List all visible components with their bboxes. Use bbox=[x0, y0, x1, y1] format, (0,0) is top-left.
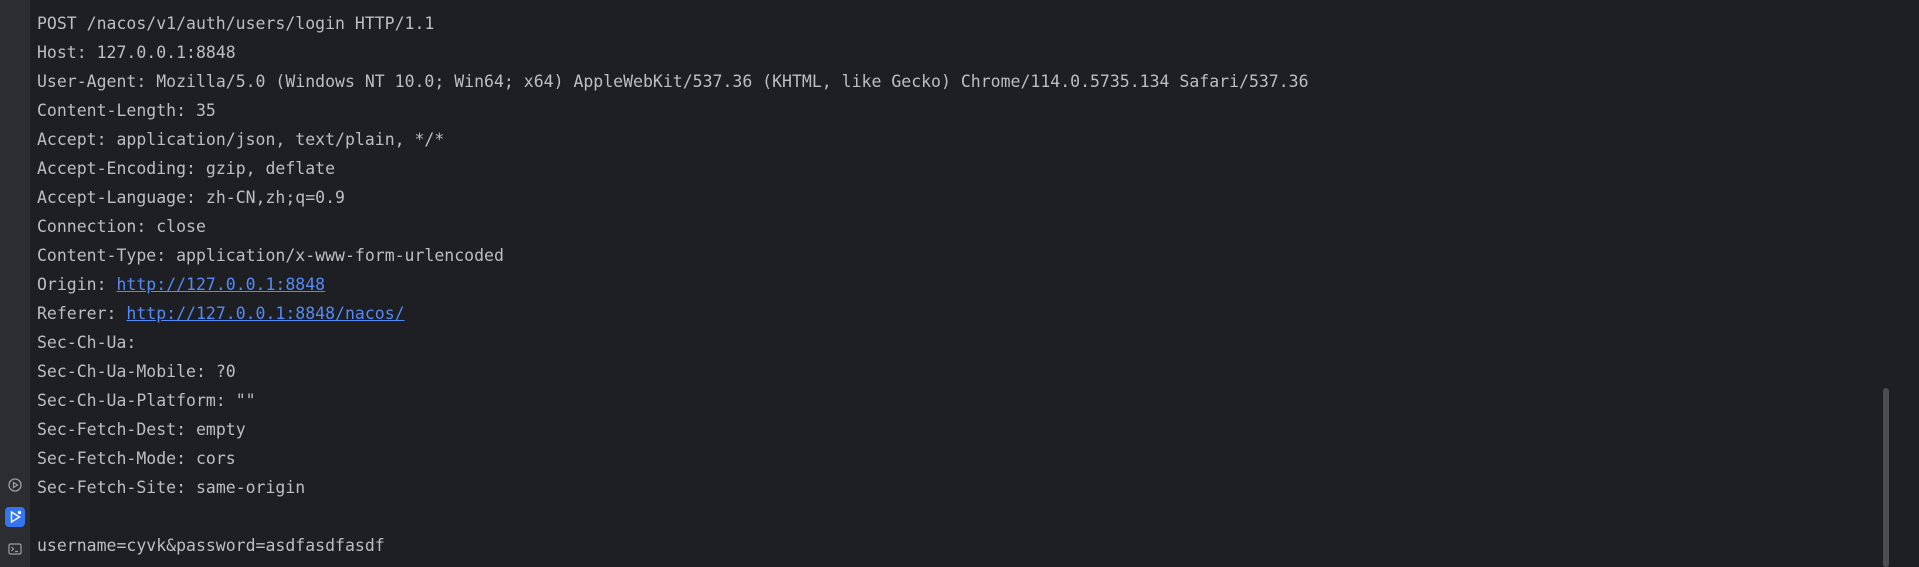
header-value: cors bbox=[195, 449, 236, 468]
header-value: application/x-www-form-urlencoded bbox=[176, 246, 504, 265]
header-name: Sec-Fetch-Site: bbox=[37, 478, 187, 497]
header-name: Accept-Language: bbox=[37, 188, 196, 207]
header-value: 35 bbox=[195, 101, 216, 120]
header-line: Host: 127.0.0.1:8848 bbox=[37, 38, 236, 67]
header-value: application/json, text/plain, */* bbox=[116, 130, 445, 149]
console-window: -- POST /nacos/v1/auth/users/login HTTP/… bbox=[0, 0, 1919, 567]
header-line: Content-Type: application/x-www-form-url… bbox=[37, 241, 504, 270]
header-name: Sec-Ch-Ua-Platform: bbox=[37, 391, 226, 410]
header-name: User-Agent: bbox=[37, 72, 147, 91]
header-line: Accept-Language: zh-CN,zh;q=0.9 bbox=[37, 183, 345, 212]
header-line: Accept: application/json, text/plain, */… bbox=[37, 125, 444, 154]
header-value: same-origin bbox=[195, 478, 306, 497]
header-line: User-Agent: Mozilla/5.0 (Windows NT 10.0… bbox=[37, 67, 1309, 96]
header-name: Origin: bbox=[37, 275, 107, 294]
header-value: ?0 bbox=[215, 362, 236, 381]
header-line: Sec-Ch-Ua-Platform: "" bbox=[37, 386, 256, 415]
referer-link[interactable]: http://127.0.0.1:8848/nacos/ bbox=[126, 304, 404, 323]
header-value: Mozilla/5.0 (Windows NT 10.0; Win64; x64… bbox=[156, 72, 1309, 91]
run-icon[interactable] bbox=[5, 507, 25, 527]
header-name: Accept-Encoding: bbox=[37, 159, 196, 178]
header-name: Referer: bbox=[37, 304, 117, 323]
request-line: POST /nacos/v1/auth/users/login HTTP/1.1 bbox=[37, 14, 435, 33]
header-name: Content-Type: bbox=[37, 246, 167, 265]
header-name: Sec-Ch-Ua-Mobile: bbox=[37, 362, 206, 381]
header-line: Sec-Fetch-Site: same-origin bbox=[37, 473, 305, 502]
header-line: Accept-Encoding: gzip, deflate bbox=[37, 154, 335, 183]
partial-line: -- bbox=[37, 0, 57, 7]
header-line: Referer: http://127.0.0.1:8848/nacos/ bbox=[37, 299, 405, 328]
request-body: username=cyvk&password=asdfasdfasdf bbox=[37, 536, 385, 555]
header-name: Host: bbox=[37, 43, 87, 62]
scrollbar-thumb[interactable] bbox=[1883, 388, 1889, 567]
tool-gutter bbox=[0, 0, 31, 567]
header-name: Sec-Ch-Ua: bbox=[37, 333, 137, 352]
header-line: Sec-Fetch-Mode: cors bbox=[37, 444, 236, 473]
run-debug-icon[interactable] bbox=[5, 475, 25, 495]
header-value: 127.0.0.1:8848 bbox=[96, 43, 236, 62]
header-line: Origin: http://127.0.0.1:8848 bbox=[37, 270, 325, 299]
console-output[interactable]: -- POST /nacos/v1/auth/users/login HTTP/… bbox=[37, 0, 1879, 567]
terminal-icon[interactable] bbox=[5, 539, 25, 559]
header-value: zh-CN,zh;q=0.9 bbox=[205, 188, 345, 207]
header-line: Sec-Ch-Ua: bbox=[37, 328, 146, 357]
header-name: Sec-Fetch-Mode: bbox=[37, 449, 187, 468]
header-value: gzip, deflate bbox=[205, 159, 336, 178]
header-name: Connection: bbox=[37, 217, 147, 236]
header-line: Sec-Fetch-Dest: empty bbox=[37, 415, 246, 444]
header-value: "" bbox=[235, 391, 256, 410]
header-value: empty bbox=[195, 420, 246, 439]
origin-link[interactable]: http://127.0.0.1:8848 bbox=[116, 275, 325, 294]
header-line: Connection: close bbox=[37, 212, 206, 241]
header-name: Sec-Fetch-Dest: bbox=[37, 420, 187, 439]
header-value: close bbox=[156, 217, 206, 236]
header-line: Content-Length: 35 bbox=[37, 96, 216, 125]
header-line: Sec-Ch-Ua-Mobile: ?0 bbox=[37, 357, 236, 386]
header-name: Content-Length: bbox=[37, 101, 187, 120]
vertical-scrollbar[interactable] bbox=[1879, 0, 1919, 567]
header-name: Accept: bbox=[37, 130, 107, 149]
